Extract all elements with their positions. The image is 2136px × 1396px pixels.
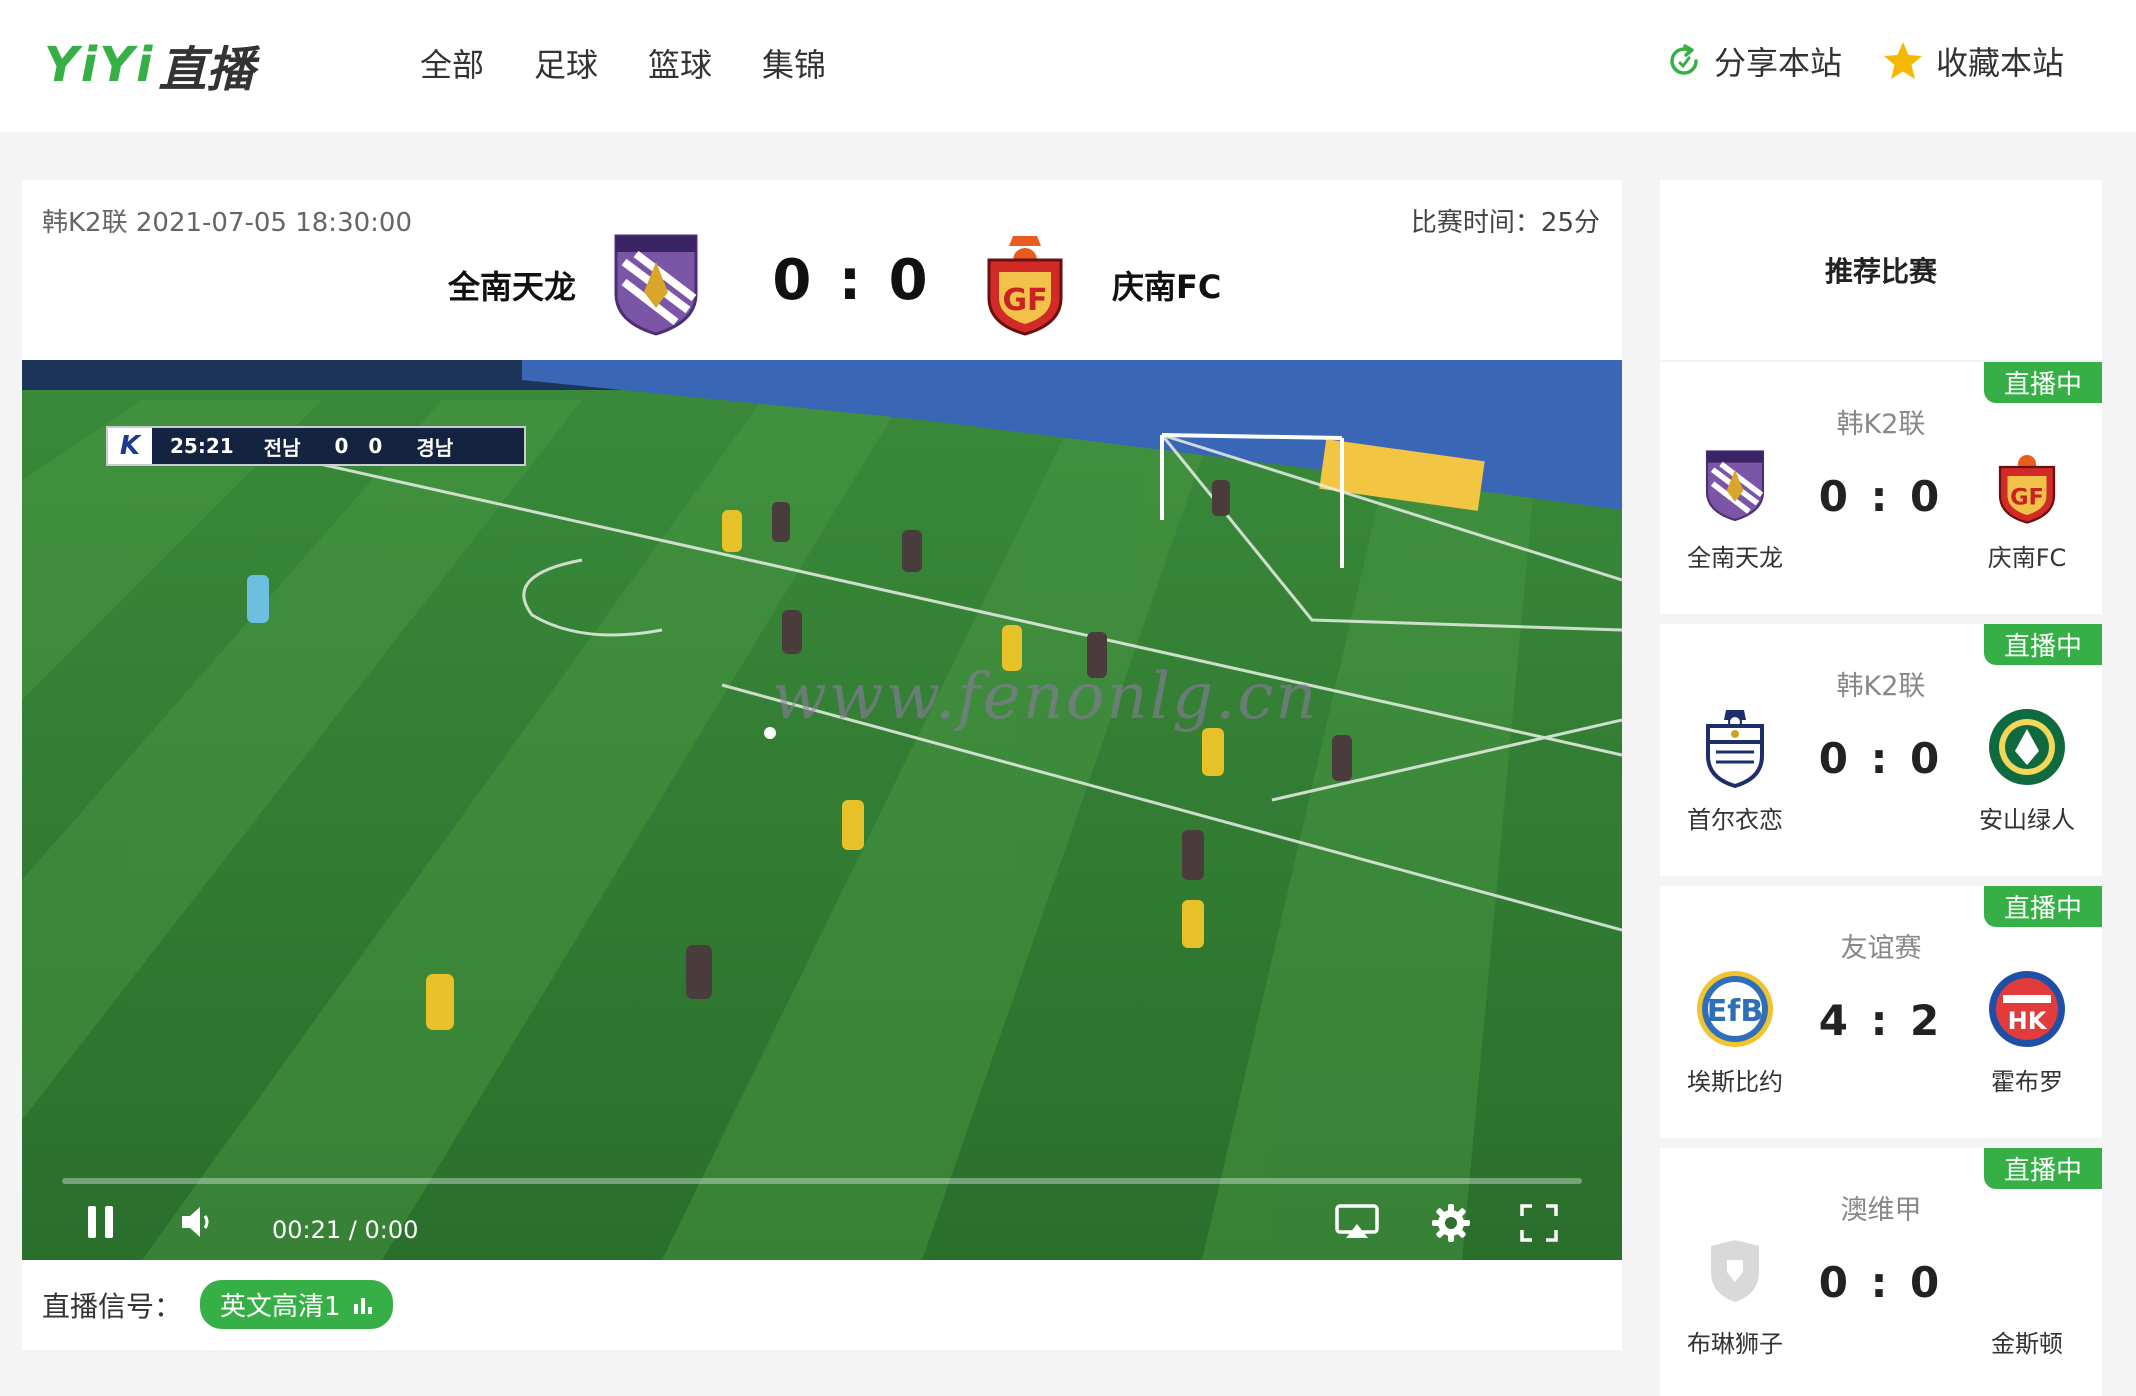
header-actions: 分享本站 收藏本站 (1666, 38, 2064, 84)
site-header: YiYi 直播 全部 足球 篮球 集锦 分享本站 收藏本站 (0, 0, 2136, 132)
team-crest-icon (1984, 704, 2070, 790)
volume-button[interactable] (178, 1202, 218, 1246)
video-controls: 00:21 / 0:00 (22, 1190, 1622, 1260)
hud-away-score: 0 (368, 434, 383, 458)
recommended-match-card[interactable]: 直播中 韩K2联 全南天龙 0 : 0 GF 庆南FC (1660, 362, 2102, 614)
signal-label: 直播信号： (42, 1289, 183, 1323)
nav-football[interactable]: 足球 (534, 40, 598, 86)
rec-home-name: 埃斯比约 (1687, 1068, 1783, 1096)
airplay-button[interactable] (1334, 1202, 1380, 1246)
rec-league: 友谊赛 (1840, 933, 1922, 964)
match-panel: 韩K2联 2021-07-05 18:30:00 比赛时间：25分 全南天龙 0… (22, 180, 1622, 1350)
rec-league: 澳维甲 (1840, 1195, 1922, 1226)
video-watermark: www.fenonlg.cn (772, 660, 1319, 734)
video-progress-bar[interactable] (62, 1178, 1582, 1184)
nav-basketball[interactable]: 篮球 (648, 40, 712, 86)
share-button[interactable]: 分享本站 (1666, 38, 1842, 84)
volume-icon (182, 1207, 209, 1237)
team-crest-icon: HK (1984, 966, 2070, 1052)
hud-home-team: 전남 (263, 435, 301, 460)
nav-highlights[interactable]: 集锦 (762, 40, 826, 86)
team-crest-icon (1692, 442, 1778, 528)
signal-source-button[interactable]: 英文高清1 (200, 1280, 393, 1329)
rec-away-name: 霍布罗 (1991, 1068, 2063, 1096)
gear-icon (1432, 1204, 1470, 1242)
team-crest-icon (1692, 704, 1778, 790)
team-logo-empty (1984, 1228, 2070, 1314)
sidebar-title: 推荐比赛 (1660, 180, 2102, 360)
rec-home-name: 布琳狮子 (1687, 1330, 1783, 1358)
placeholder-shield-icon (1692, 1228, 1778, 1314)
star-icon (1883, 42, 1922, 79)
signal-source-label: 英文高清1 (220, 1292, 341, 1322)
pause-button[interactable] (84, 1202, 118, 1246)
logo-cn: 直播 (158, 42, 255, 98)
svg-text:GF: GF (2010, 485, 2044, 511)
live-badge: 直播中 (1983, 624, 2102, 665)
rec-away-name: 金斯顿 (1991, 1330, 2063, 1358)
recommended-match-card[interactable]: 直播中 韩K2联 首尔衣恋 0 : 0 安山绿人 (1660, 624, 2102, 876)
video-player[interactable]: K 25:21 전남 0 0 경남 www.fenonlg.cn 00:21 /… (22, 360, 1622, 1260)
rec-away-team: 金斯顿 (1952, 1228, 2102, 1359)
airplay-icon (1335, 1204, 1379, 1238)
broadcast-score-hud: K 25:21 전남 0 0 경남 (106, 426, 526, 466)
rec-away-name: 安山绿人 (1979, 806, 2075, 834)
away-team-logo: GF (985, 232, 1065, 340)
rec-home-name: 全南天龙 (1687, 544, 1783, 572)
share-icon (1670, 44, 1698, 75)
home-team-name: 全南天龙 (447, 268, 576, 306)
rec-away-team: GF 庆南FC (1952, 442, 2102, 573)
hud-home-score: 0 (334, 434, 349, 458)
rec-score: 4 : 2 (1818, 996, 1944, 1045)
kleague-logo: K (108, 428, 152, 464)
live-badge: 直播中 (1983, 1148, 2102, 1189)
svg-text:GF: GF (1002, 283, 1047, 318)
recommended-match-card[interactable]: 直播中 友谊赛 EfB 埃斯比约 4 : 2 HK 霍布罗 (1660, 886, 2102, 1138)
settings-button[interactable] (1430, 1202, 1472, 1248)
home-team-logo (606, 232, 706, 340)
team-crest-icon: EfB (1692, 966, 1778, 1052)
rec-home-name: 首尔衣恋 (1687, 806, 1783, 834)
share-label: 分享本站 (1713, 44, 1842, 82)
favorite-button[interactable]: 收藏本站 (1882, 38, 2064, 84)
rec-score: 0 : 0 (1818, 734, 1944, 783)
recommended-sidebar: 推荐比赛 直播中 韩K2联 全南天龙 0 : 0 GF 庆南FC 直播中 韩K2… (1660, 180, 2102, 1396)
pitch-scene (22, 360, 1622, 1260)
svg-text:EfB: EfB (1707, 994, 1763, 1029)
away-team-name: 庆南FC (1112, 268, 1222, 306)
logo-text: YiYi (44, 37, 155, 93)
rec-away-team: 安山绿人 (1952, 704, 2102, 835)
hud-clock: 25:21 (170, 434, 234, 458)
main-nav: 全部 足球 篮球 集锦 (420, 40, 826, 86)
live-badge: 直播中 (1983, 886, 2102, 927)
rec-away-name: 庆南FC (1987, 544, 2067, 572)
nav-all[interactable]: 全部 (420, 40, 484, 86)
site-logo[interactable]: YiYi 直播 (44, 30, 254, 100)
hud-away-team: 경남 (416, 435, 454, 460)
rec-score: 0 : 0 (1818, 472, 1944, 521)
recommended-match-card[interactable]: 直播中 澳维甲 布琳狮子 0 : 0 金斯顿 (1660, 1148, 2102, 1396)
fullscreen-button[interactable] (1518, 1202, 1560, 1248)
fullscreen-icon (1520, 1204, 1558, 1242)
live-badge: 直播中 (1983, 362, 2102, 403)
rec-away-team: HK 霍布罗 (1952, 966, 2102, 1097)
signal-bars-icon (353, 1297, 372, 1314)
rec-league: 韩K2联 (1836, 671, 1926, 702)
rec-score: 0 : 0 (1818, 1258, 1944, 1307)
favorite-label: 收藏本站 (1935, 44, 2064, 82)
svg-text:HK: HK (2008, 1007, 2048, 1035)
video-time-readout: 00:21 / 0:00 (272, 1216, 419, 1244)
rec-league: 韩K2联 (1836, 409, 1926, 440)
team-crest-icon: GF (1984, 442, 2070, 528)
signal-row: 直播信号： 英文高清1 (42, 1280, 393, 1329)
scoreboard: 全南天龙 0 : 0 GF 庆南FC (22, 232, 1622, 342)
pause-icon (88, 1206, 113, 1238)
main-score: 0 : 0 (772, 248, 932, 313)
